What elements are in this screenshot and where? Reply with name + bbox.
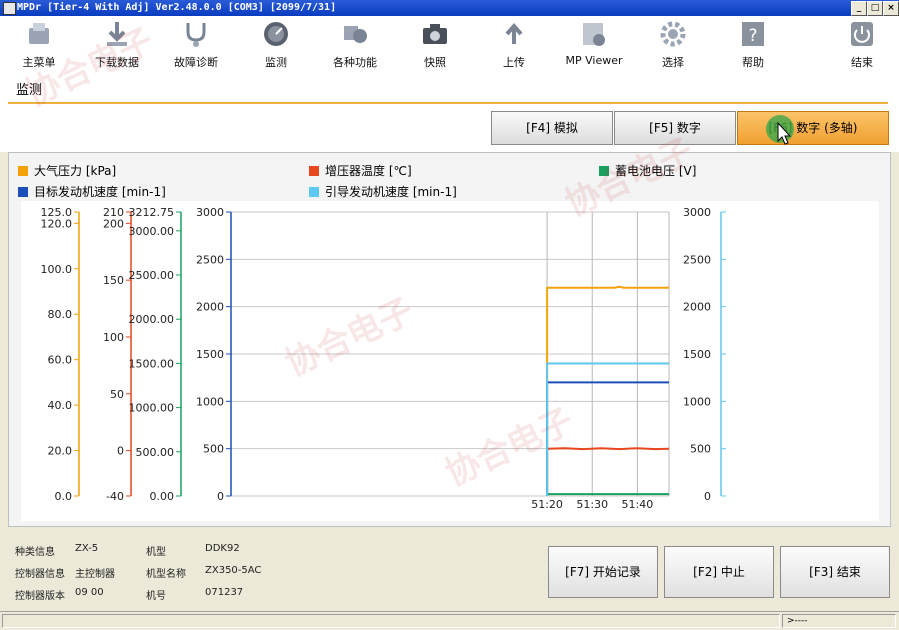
y-axis-tick-label: -40 bbox=[106, 490, 124, 503]
y-axis-tick-label: 1000 bbox=[196, 395, 224, 408]
y-axis-tick-label: 2500 bbox=[683, 253, 711, 266]
y-axis-tick-label: 500 bbox=[203, 443, 224, 456]
stop-button[interactable]: [F2] 中止 bbox=[664, 546, 774, 598]
y-axis-tick-label: 2000 bbox=[196, 301, 224, 314]
toolbar-diagnosis-button[interactable]: 故障诊断 bbox=[157, 20, 235, 70]
serial-number-value: 071237 bbox=[205, 587, 244, 598]
model-label: 机型 bbox=[146, 547, 166, 558]
y-axis-tick-label: 3212.75 bbox=[129, 206, 175, 219]
tab-digital-multi-axis[interactable]: [F6] 数字 (多轴) bbox=[737, 111, 889, 145]
chart-panel: 大气压力 [kPa] 增压器温度 [℃] 蓄电池电压 [V] 目标发动机速度 [… bbox=[8, 152, 891, 527]
y-axis-tick-label: 120.0 bbox=[41, 217, 73, 230]
minimize-button[interactable]: _ bbox=[851, 1, 867, 16]
y-axis-tick-label: 3000.00 bbox=[129, 225, 175, 238]
viewer-icon bbox=[583, 23, 605, 46]
status-cell-main bbox=[2, 614, 780, 628]
y-axis-tick-label: 210 bbox=[103, 206, 124, 219]
gauge-icon bbox=[264, 22, 288, 46]
x-axis-tick-label: 51:20 bbox=[531, 498, 563, 511]
y-axis-tick-label: 0.0 bbox=[55, 490, 73, 503]
y-axis-tick-label: 2000 bbox=[683, 301, 711, 314]
toolbar-download-button[interactable]: 下载数据 bbox=[78, 20, 156, 70]
view-tab-bar: [F4] 模拟 [F5] 数字 [F6] 数字 (多轴) bbox=[0, 105, 899, 152]
section-divider bbox=[8, 102, 888, 104]
y-axis-tick-label: 0 bbox=[704, 490, 711, 503]
help-icon: ? bbox=[742, 22, 764, 46]
tab-analog[interactable]: [F4] 模拟 bbox=[491, 111, 613, 145]
y-axis-tick-label: 50 bbox=[110, 388, 124, 401]
y-axis-tick-label: 1000.00 bbox=[129, 402, 175, 415]
y-axis-tick-label: 3000 bbox=[196, 206, 224, 219]
stethoscope-icon bbox=[186, 23, 206, 47]
main-menu-icon bbox=[29, 23, 49, 44]
multi-axis-chart: 0.0 20.0 40.0 60.0 80.0 100.0 120.0125.0 -40 0 50… bbox=[21, 201, 879, 521]
status-bar: >---- bbox=[0, 611, 899, 630]
type-info-label: 种类信息 bbox=[15, 547, 55, 558]
toolbar-help-button[interactable]: ? 帮助 bbox=[714, 20, 792, 70]
toolbar-functions-button[interactable]: 各种功能 bbox=[316, 20, 394, 70]
y-axis-tick-label: 20.0 bbox=[48, 445, 73, 458]
y-axis-tick-label: 2500 bbox=[196, 253, 224, 266]
maximize-button[interactable]: □ bbox=[867, 1, 883, 16]
y-axis-tick-label: 100 bbox=[103, 331, 124, 344]
upload-icon bbox=[505, 22, 523, 44]
y-axis-tick-label: 40.0 bbox=[48, 399, 73, 412]
type-info-value: ZX-5 bbox=[75, 543, 99, 554]
y-axis-tick-label: 100.0 bbox=[41, 263, 73, 276]
y-axis-tick-label: 0 bbox=[217, 490, 224, 503]
toolbar-monitor-button[interactable]: 监测 bbox=[237, 20, 315, 70]
y-axis-tick-label: 125.0 bbox=[41, 206, 73, 219]
y-axis-tick-label: 1500 bbox=[683, 348, 711, 361]
model-value: DDK92 bbox=[205, 543, 240, 554]
mouse-cursor-icon bbox=[766, 115, 794, 145]
y-axis-tick-label: 150 bbox=[103, 274, 124, 287]
controller-version-value: 09 00 bbox=[75, 587, 104, 598]
y-axis-tick-label: 500.00 bbox=[136, 446, 175, 459]
y-axis-tick-label: 1500.00 bbox=[129, 357, 175, 370]
x-axis-tick-label: 51:40 bbox=[622, 498, 654, 511]
download-icon bbox=[107, 22, 127, 46]
y-axis-tick-label: 0 bbox=[117, 445, 124, 458]
toolbar-mp-viewer-button[interactable]: MP Viewer bbox=[555, 20, 633, 67]
y-axis-tick-label: 1000 bbox=[683, 395, 711, 408]
y-axis-tick-label: 0.00 bbox=[150, 490, 175, 503]
controller-info-label: 控制器信息 bbox=[15, 569, 65, 580]
toolbar-main-menu-button[interactable]: 主菜单 bbox=[0, 20, 78, 70]
y-axis-tick-label: 60.0 bbox=[48, 354, 73, 367]
y-axis-tick-label: 80.0 bbox=[48, 308, 73, 321]
window-title-bar: MPDr [Tier-4 With Adj] Ver2.48.0.0 [COM3… bbox=[0, 0, 899, 16]
section-title: 监测 bbox=[16, 83, 43, 98]
toolbar-exit-button[interactable]: 结束 bbox=[823, 20, 899, 70]
functions-icon bbox=[344, 26, 367, 43]
y-axis-tick-label: 3000 bbox=[683, 206, 711, 219]
section-header: 监测 bbox=[0, 73, 899, 105]
main-toolbar: 主菜单 下载数据 故障诊断 监测 各种功能 快照 上传 MP Viewer 选择… bbox=[0, 16, 899, 73]
window-title: MPDr [Tier-4 With Adj] Ver2.48.0.0 [COM3… bbox=[17, 2, 337, 13]
toolbar-upload-button[interactable]: 上传 bbox=[475, 20, 553, 70]
power-icon bbox=[851, 22, 873, 46]
y-axis-tick-label: 200 bbox=[103, 217, 124, 230]
x-axis-tick-label: 51:30 bbox=[576, 498, 608, 511]
status-cell-right: >---- bbox=[782, 614, 896, 628]
gear-icon bbox=[660, 21, 686, 47]
y-axis-tick-label: 1500 bbox=[196, 348, 224, 361]
controller-info-value: 主控制器 bbox=[75, 569, 115, 580]
controller-version-label: 控制器版本 bbox=[15, 591, 65, 602]
model-name-label: 机型名称 bbox=[146, 569, 186, 580]
y-axis-tick-label: 2000.00 bbox=[129, 313, 175, 326]
close-button[interactable]: × bbox=[883, 1, 899, 16]
serial-number-label: 机号 bbox=[146, 591, 166, 602]
y-axis-tick-label: 500 bbox=[690, 443, 711, 456]
start-record-button[interactable]: [F7] 开始记录 bbox=[548, 546, 658, 598]
model-name-value: ZX350-5AC bbox=[205, 565, 262, 576]
y-axis-tick-label: 2500.00 bbox=[129, 269, 175, 282]
camera-icon bbox=[423, 24, 447, 44]
toolbar-snapshot-button[interactable]: 快照 bbox=[396, 20, 474, 70]
tab-digital[interactable]: [F5] 数字 bbox=[614, 111, 736, 145]
svg-text:?: ? bbox=[748, 26, 757, 46]
finish-button[interactable]: [F3] 结束 bbox=[780, 546, 890, 598]
toolbar-select-button[interactable]: 选择 bbox=[634, 20, 712, 70]
app-icon bbox=[3, 2, 16, 15]
